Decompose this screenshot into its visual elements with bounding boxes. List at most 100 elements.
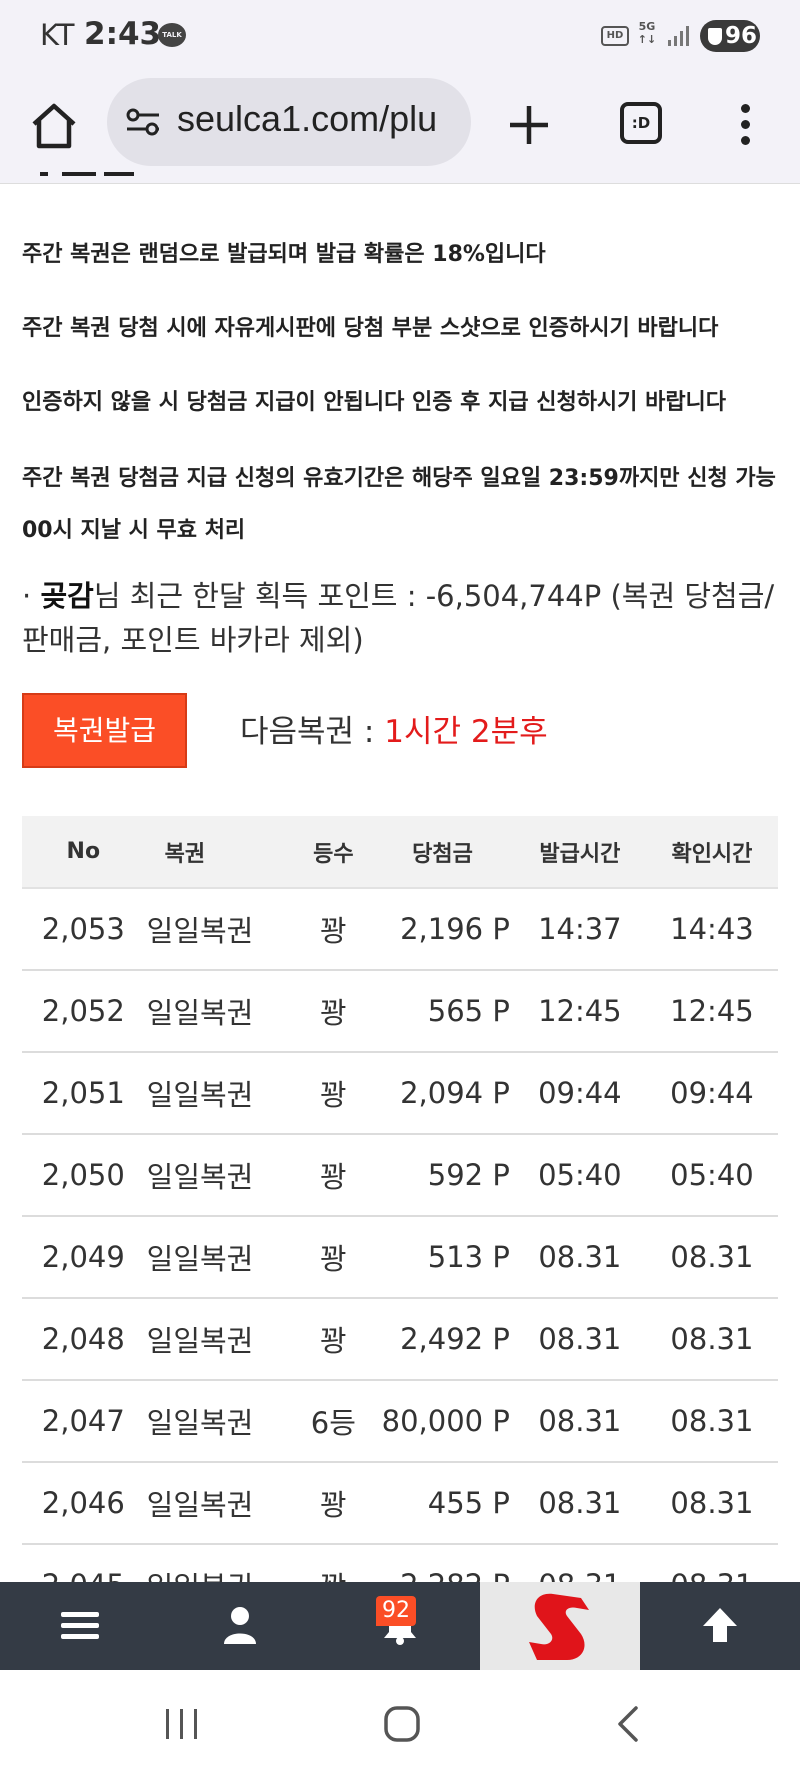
cell-rank: 꽝 [291, 888, 376, 971]
header-rank: 등수 [291, 816, 376, 889]
cell-no: 2,047 [22, 1380, 145, 1463]
table-row: 2,048 일일복권 꽝 2,492 P 08.31 08.31 [22, 1298, 778, 1381]
nav-menu-button[interactable] [0, 1582, 160, 1670]
cell-rank: 꽝 [291, 1462, 376, 1545]
nav-scroll-top-button[interactable] [640, 1582, 800, 1670]
system-navigation-bar [0, 1670, 800, 1778]
user-nickname: 곶감 [40, 579, 94, 613]
cell-prize: 80,000 P [375, 1380, 514, 1463]
back-icon[interactable] [612, 1704, 642, 1744]
header-ticket: 복권 [144, 816, 292, 889]
cell-rank: 6등 [291, 1380, 376, 1463]
cell-no: 2,046 [22, 1462, 145, 1545]
notice-screenshot-proof: 주간 복권 당첨 시에 자유게시판에 당첨 부분 스샷으로 인증하시기 바랍니다 [22, 316, 719, 341]
header-issued-time: 발급시간 [513, 816, 646, 889]
next-ticket-label: 다음복권 : [240, 714, 385, 750]
menu-icon [61, 1612, 99, 1639]
cell-checked-time: 08.31 [645, 1380, 778, 1463]
table-row: 2,052 일일복권 꽝 565 P 12:45 12:45 [22, 970, 778, 1053]
hd-voice-icon: HD [601, 26, 629, 46]
battery-indicator: 96 [700, 20, 760, 52]
monthly-points-summary: · 곶감님 최근 한달 획득 포인트 : -6,504,744P (복권 당첨금… [22, 574, 782, 662]
cell-prize: 455 P [375, 1462, 514, 1545]
overflow-menu-icon[interactable] [730, 100, 760, 150]
cell-no: 2,050 [22, 1134, 145, 1217]
cell-issued-time: 09:44 [513, 1052, 646, 1135]
recent-apps-icon[interactable] [162, 1706, 202, 1742]
cell-issued-time: 08.31 [513, 1216, 646, 1299]
cell-no: 2,049 [22, 1216, 145, 1299]
cell-no: 2,053 [22, 888, 145, 971]
cell-ticket: 일일복권 [144, 1216, 292, 1299]
cell-ticket: 일일복권 [144, 1134, 292, 1217]
battery-level: 96 [725, 23, 758, 49]
talk-icon: TALK [158, 23, 186, 47]
cell-prize: 2,094 P [375, 1052, 514, 1135]
cell-issued-time: 14:37 [513, 888, 646, 971]
url-text[interactable]: seulca1.com/plu [177, 98, 462, 140]
network-type-icon: 5G ↑↓ [637, 20, 657, 46]
nav-profile-button[interactable] [160, 1582, 320, 1670]
user-icon [224, 1607, 256, 1644]
table-row: 2,051 일일복권 꽝 2,094 P 09:44 09:44 [22, 1052, 778, 1135]
site-bottom-nav: 92 [0, 1582, 800, 1670]
table-header-row: No 복권 등수 당첨금 발급시간 확인시간 [22, 816, 778, 889]
table-row: 2,047 일일복권 6등 80,000 P 08.31 08.31 [22, 1380, 778, 1463]
cell-prize: 565 P [375, 970, 514, 1053]
tab-switcher-button[interactable]: :D [620, 102, 662, 144]
next-ticket-info: 다음복권 : 1시간 2분후 [240, 706, 548, 751]
carrier-label: KT [40, 18, 75, 52]
cell-checked-time: 09:44 [645, 1052, 778, 1135]
cell-checked-time: 08.31 [645, 1298, 778, 1381]
new-tab-icon[interactable] [504, 100, 554, 150]
cell-issued-time: 08.31 [513, 1462, 646, 1545]
arrow-up-icon [703, 1608, 737, 1642]
bullet: · [22, 579, 32, 613]
monthly-points-text: 님 최근 한달 획득 포인트 : -6,504,744P (복권 당첨금/판매금… [22, 579, 775, 657]
cell-checked-time: 08.31 [645, 1462, 778, 1545]
shield-icon [708, 28, 722, 45]
cell-no: 2,051 [22, 1052, 145, 1135]
table-row: 2,053 일일복권 꽝 2,196 P 14:37 14:43 [22, 888, 778, 971]
status-bar: KT 2:43 TALK HD 5G ↑↓ 96 [0, 0, 800, 72]
cell-rank: 꽝 [291, 1298, 376, 1381]
issue-ticket-button[interactable]: 복권발급 [22, 693, 187, 768]
table-row: 2,050 일일복권 꽝 592 P 05:40 05:40 [22, 1134, 778, 1217]
cell-ticket: 일일복권 [144, 1380, 292, 1463]
cell-ticket: 일일복권 [144, 1052, 292, 1135]
site-settings-icon[interactable] [125, 106, 161, 138]
next-ticket-time: 1시간 2분후 [384, 714, 548, 750]
header-no: No [22, 816, 145, 889]
network-label: 5G [638, 20, 656, 33]
home-nav-icon[interactable] [382, 1704, 422, 1744]
ticket-history-table: No 복권 등수 당첨금 발급시간 확인시간 2,053 일일복권 꽝 2,19… [22, 816, 778, 1627]
cell-issued-time: 08.31 [513, 1298, 646, 1381]
cell-issued-time: 12:45 [513, 970, 646, 1053]
notice-issue-probability: 주간 복권은 랜덤으로 발급되며 발급 확률은 18%입니다 [22, 242, 546, 267]
address-bar[interactable]: seulca1.com/plu [107, 78, 471, 166]
cell-ticket: 일일복권 [144, 1298, 292, 1381]
table-row: 2,046 일일복권 꽝 455 P 08.31 08.31 [22, 1462, 778, 1545]
cell-prize: 2,492 P [375, 1298, 514, 1381]
cell-prize: 2,196 P [375, 888, 514, 971]
clipped-heading [40, 168, 150, 184]
home-icon[interactable] [28, 100, 80, 152]
signal-icon [668, 26, 689, 46]
site-logo [529, 1593, 589, 1660]
cell-checked-time: 05:40 [645, 1134, 778, 1217]
cell-no: 2,048 [22, 1298, 145, 1381]
notification-count-badge: 92 [376, 1596, 416, 1626]
header-checked-time: 확인시간 [645, 816, 778, 889]
cell-prize: 592 P [375, 1134, 514, 1217]
cell-issued-time: 08.31 [513, 1380, 646, 1463]
header-prize: 당첨금 [375, 816, 514, 889]
cell-rank: 꽝 [291, 1052, 376, 1135]
cell-rank: 꽝 [291, 970, 376, 1053]
cell-ticket: 일일복권 [144, 1462, 292, 1545]
cell-no: 2,052 [22, 970, 145, 1053]
cell-ticket: 일일복권 [144, 970, 292, 1053]
cell-ticket: 일일복권 [144, 888, 292, 971]
status-time: 2:43 [84, 16, 162, 52]
site-logo-button[interactable] [480, 1582, 640, 1670]
cell-prize: 513 P [375, 1216, 514, 1299]
